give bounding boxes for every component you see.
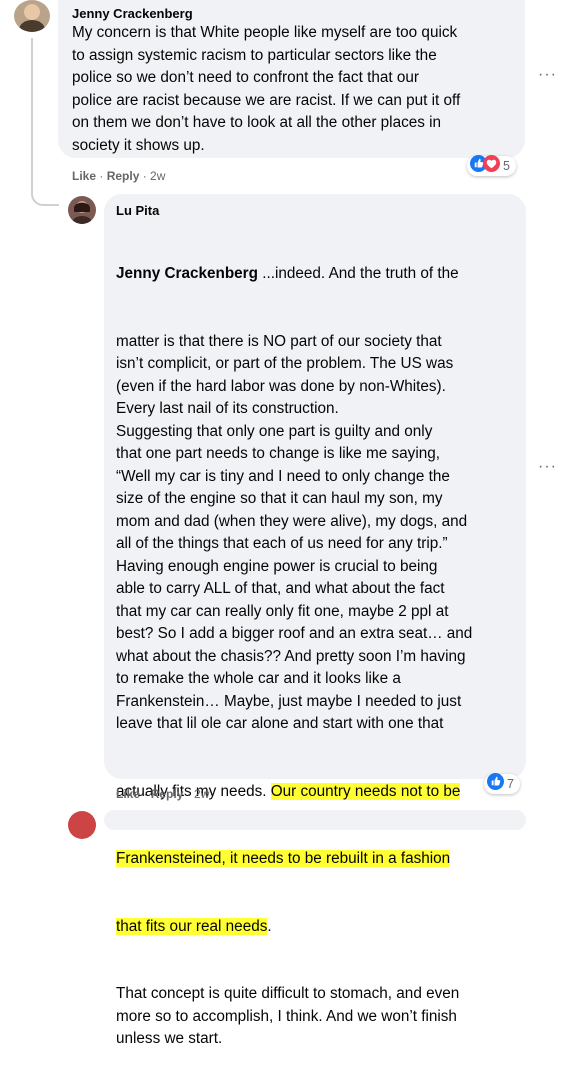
comment-line: unless we start. — [116, 1030, 223, 1047]
avatar[interactable] — [14, 0, 50, 32]
highlighted-text: Frankensteined, it needs to be rebuilt i… — [116, 850, 451, 867]
comment-line: society it shows up. — [72, 136, 205, 154]
comment-line: “Well my car is tiny and I need to only … — [116, 467, 450, 485]
comment-author[interactable]: Jenny Crackenberg — [72, 6, 193, 21]
comment-line: that my car can really only fit one, may… — [116, 602, 449, 620]
comment-bubble — [104, 810, 526, 830]
comment-line: Having enough engine power is crucial to… — [116, 557, 438, 575]
comment-text: My concern is that White people like mys… — [72, 22, 522, 157]
like-button[interactable]: Like — [116, 787, 140, 801]
reaction-count: 7 — [507, 777, 514, 791]
timestamp[interactable]: 2w — [150, 169, 165, 183]
comment-line: police so we don’t need to confront the … — [72, 69, 419, 86]
avatar[interactable] — [68, 196, 96, 224]
comment-line: more so to accomplish, I think. And we w… — [116, 1007, 457, 1025]
comment-line: size of the engine so that it can haul m… — [116, 490, 443, 507]
love-icon — [483, 155, 500, 177]
comment-line: Suggesting that only one part is guilty … — [116, 422, 433, 440]
thread-line — [31, 38, 59, 206]
comment-actions: Like · Reply · 2w — [116, 787, 210, 801]
comment-line: Frankenstein… Maybe, just maybe I needed… — [116, 692, 462, 710]
comment-line: to assign systemic racism to particular … — [72, 46, 437, 64]
highlighted-text: that fits our real needs — [116, 917, 268, 935]
reply-button[interactable]: Reply — [151, 787, 184, 801]
reaction-summary[interactable]: 5 — [467, 155, 516, 177]
like-icon — [487, 773, 504, 795]
comment-line: Every last nail of its construction. — [116, 400, 339, 417]
comment-line: Jenny Crackenberg ...indeed. And the tru… — [116, 265, 459, 282]
more-options-icon[interactable]: ··· — [538, 458, 557, 476]
comment-line: matter is that there is NO part of our s… — [116, 332, 442, 350]
timestamp[interactable]: 2w — [194, 787, 209, 801]
avatar[interactable] — [68, 811, 96, 839]
comment-line: that one part needs to change is like me… — [116, 445, 440, 462]
comment-line: That concept is quite difficult to stoma… — [116, 985, 460, 1002]
comment-line: leave that lil ole car alone and start w… — [116, 715, 444, 732]
comment-line: best? So I add a bigger roof and an extr… — [116, 625, 473, 642]
more-options-icon[interactable]: ··· — [538, 66, 557, 84]
comment-line: mom and dad (when they were alive), my d… — [116, 512, 468, 530]
comment-text: Jenny Crackenberg ...indeed. And the tru… — [116, 218, 520, 1073]
comment-line: all of the things that each of us need f… — [116, 535, 448, 552]
like-button[interactable]: Like — [72, 169, 96, 183]
reaction-count: 5 — [503, 159, 510, 173]
comment-line: to remake the whole car and it looks lik… — [116, 670, 401, 687]
comment-line: Frankensteined, it needs to be rebuilt i… — [116, 848, 520, 871]
reply-button[interactable]: Reply — [107, 169, 140, 183]
comment-line: what about the chasis?? And pretty soon … — [116, 647, 466, 665]
reaction-summary[interactable]: 7 — [484, 773, 520, 795]
comment-line: isn’t complicit, or part of the problem.… — [116, 355, 454, 372]
comment-line: on them we don’t have to look at all the… — [72, 114, 442, 131]
comment-line: police are racist because we are racist.… — [72, 91, 461, 109]
comment-line: able to carry ALL of that, and what abou… — [116, 580, 445, 597]
comment-author[interactable]: Lu Pita — [116, 203, 159, 218]
comment-line: My concern is that White people like mys… — [72, 24, 458, 41]
mention-link[interactable]: Jenny Crackenberg — [116, 265, 258, 282]
comment-line: (even if the hard labor was done by non-… — [116, 377, 446, 395]
highlighted-text: Our country needs not to be — [270, 782, 461, 800]
comment-line: that fits our real needs. — [116, 917, 272, 935]
comment-actions: Like · Reply · 2w — [72, 169, 166, 183]
